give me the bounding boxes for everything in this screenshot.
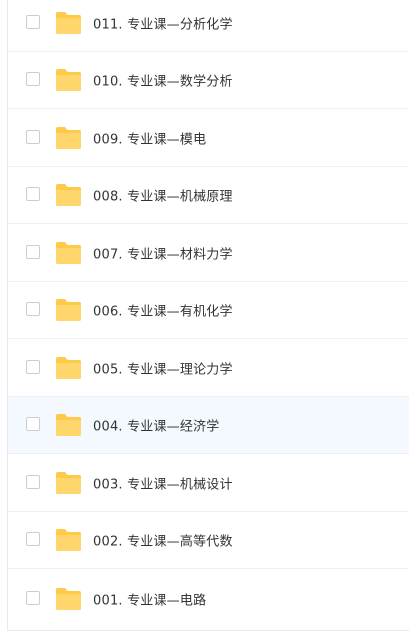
select-checkbox[interactable]	[26, 72, 40, 86]
select-checkbox[interactable]	[26, 15, 40, 29]
folder-name[interactable]: 004. 专业课—经济学	[93, 416, 219, 435]
select-checkbox[interactable]	[26, 187, 40, 201]
select-checkbox[interactable]	[26, 475, 40, 489]
select-checkbox[interactable]	[26, 245, 40, 259]
folder-name[interactable]: 011. 专业课—分析化学	[93, 14, 233, 33]
list-item[interactable]: 001. 专业课—电路	[8, 570, 409, 627]
select-checkbox[interactable]	[26, 417, 40, 431]
folder-name[interactable]: 006. 专业课—有机化学	[93, 301, 233, 320]
folder-icon	[55, 528, 82, 552]
folder-name[interactable]: 003. 专业课—机械设计	[93, 474, 233, 493]
select-checkbox[interactable]	[26, 130, 40, 144]
folder-name[interactable]: 008. 专业课—机械原理	[93, 186, 233, 205]
list-item[interactable]: 009. 专业课—模电	[8, 110, 409, 167]
list-item[interactable]: 002. 专业课—高等代数	[8, 512, 409, 569]
folder-icon	[55, 587, 82, 611]
list-item[interactable]: 010. 专业课—数学分析	[8, 52, 409, 109]
folder-icon	[55, 413, 82, 437]
folder-icon	[55, 11, 82, 35]
file-list: 011. 专业课—分析化学 010. 专业课—数学分析 009. 专业课—模电 …	[7, 0, 409, 631]
list-item[interactable]: 005. 专业课—理论力学	[8, 340, 409, 397]
folder-icon	[55, 356, 82, 380]
folder-icon	[55, 68, 82, 92]
folder-icon	[55, 183, 82, 207]
list-item[interactable]: 008. 专业课—机械原理	[8, 167, 409, 224]
folder-icon	[55, 241, 82, 265]
list-item[interactable]: 003. 专业课—机械设计	[8, 455, 409, 512]
folder-name[interactable]: 007. 专业课—材料力学	[93, 244, 233, 263]
folder-name[interactable]: 005. 专业课—理论力学	[93, 359, 233, 378]
list-item-hovered[interactable]: 004. 专业课—经济学	[8, 397, 409, 454]
folder-name[interactable]: 010. 专业课—数学分析	[93, 71, 233, 90]
folder-name[interactable]: 002. 专业课—高等代数	[93, 531, 233, 550]
select-checkbox[interactable]	[26, 590, 40, 605]
folder-name[interactable]: 009. 专业课—模电	[93, 129, 206, 148]
folder-name[interactable]: 001. 专业课—电路	[93, 589, 206, 608]
folder-icon	[55, 298, 82, 322]
list-item[interactable]: 006. 专业课—有机化学	[8, 282, 409, 339]
select-checkbox[interactable]	[26, 302, 40, 316]
list-item[interactable]: 011. 专业课—分析化学	[8, 0, 409, 52]
select-checkbox[interactable]	[26, 360, 40, 374]
list-item[interactable]: 007. 专业课—材料力学	[8, 225, 409, 282]
select-checkbox[interactable]	[26, 532, 40, 546]
folder-icon	[55, 471, 82, 495]
folder-icon	[55, 126, 82, 150]
